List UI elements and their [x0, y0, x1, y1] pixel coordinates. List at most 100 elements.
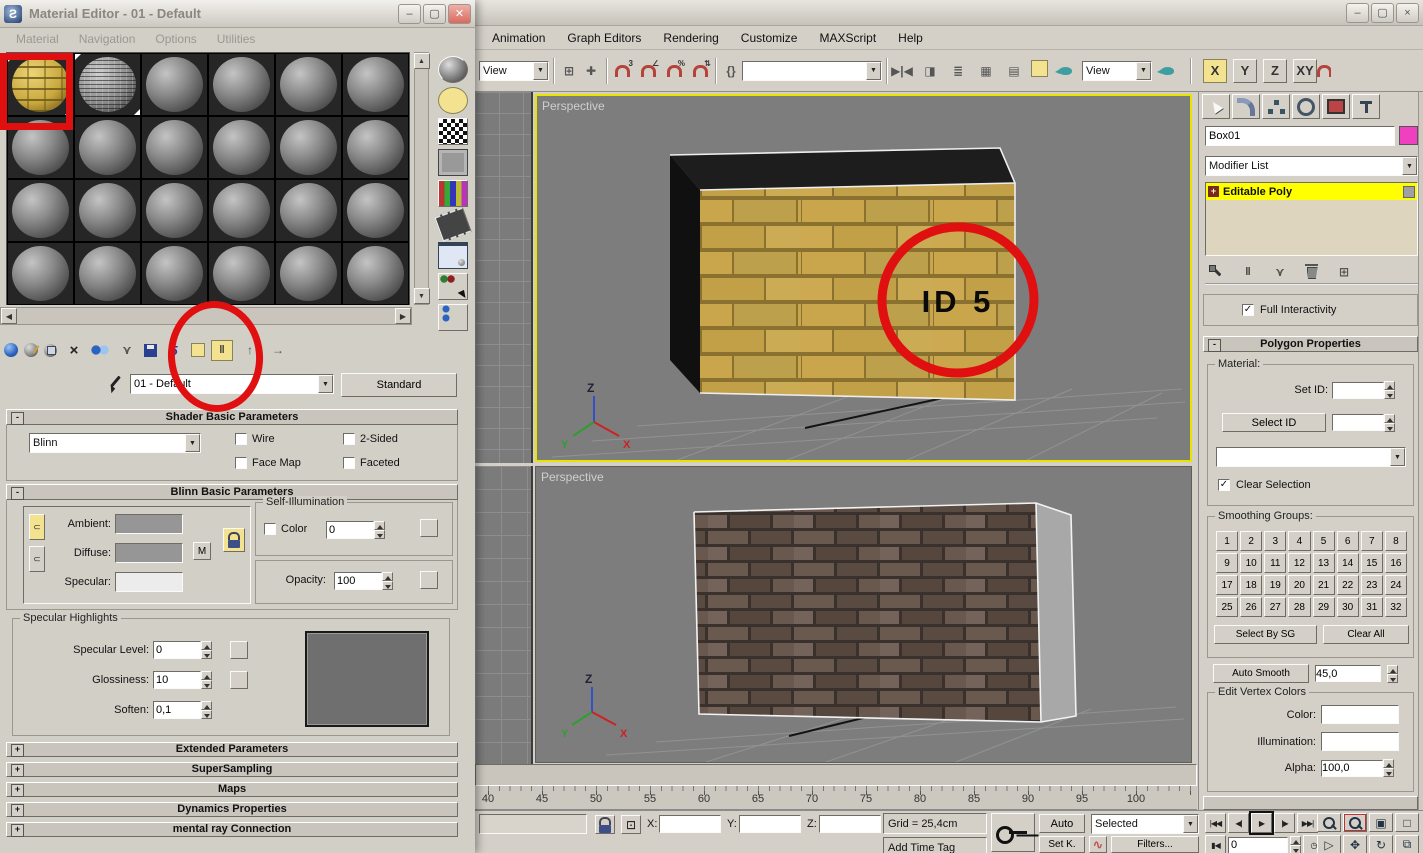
schematic-view-icon[interactable]: ▤ [1003, 60, 1025, 81]
glossiness-spinner[interactable] [201, 671, 212, 689]
time-slider[interactable] [475, 764, 1197, 786]
full-interactivity-checkbox[interactable] [1242, 304, 1254, 316]
smoothing-group-button[interactable]: 6 [1336, 531, 1359, 551]
zoom-icon[interactable] [1317, 813, 1341, 832]
reference-coordinate-dropdown[interactable]: View [479, 60, 549, 81]
menu-item[interactable]: Utilities [207, 32, 266, 46]
put-to-library-icon[interactable] [144, 343, 157, 357]
smoothing-group-button[interactable]: 22 [1336, 575, 1359, 595]
viewport-label[interactable]: Perspective [542, 99, 605, 113]
soften-field[interactable] [153, 701, 201, 719]
minimize-button[interactable]: – [398, 3, 421, 24]
frame-spinner[interactable] [1290, 836, 1301, 853]
smoothing-group-button[interactable]: 32 [1384, 597, 1407, 617]
field-of-view-icon[interactable]: ▷ [1317, 835, 1341, 853]
material-slot[interactable] [275, 116, 342, 179]
tab-hierarchy-icon[interactable] [1262, 94, 1290, 119]
rollout-header[interactable]: SuperSampling [6, 762, 458, 777]
material-slot[interactable] [208, 116, 275, 179]
configure-modifier-sets-icon[interactable]: ⊞ [1333, 261, 1355, 282]
material-slot[interactable] [7, 179, 74, 242]
pin-stack-icon[interactable] [1205, 261, 1227, 282]
ambient-diffuse-lock-icon[interactable]: ⊂ [29, 514, 45, 540]
make-unique-icon[interactable]: ⋎ [116, 340, 138, 361]
close-button[interactable]: ✕ [448, 3, 471, 24]
scroll-left-icon[interactable]: ◀ [1, 308, 17, 324]
menu-item[interactable]: Options [145, 32, 206, 46]
polygon-properties-rollout[interactable]: Polygon Properties [1203, 336, 1418, 352]
next-rollout-partial[interactable] [1203, 796, 1418, 810]
min-max-toggle-icon[interactable]: ⧉ [1395, 835, 1419, 853]
smoothing-group-button[interactable]: 20 [1288, 575, 1311, 595]
material-editor-icon[interactable] [1031, 60, 1048, 77]
material-slot[interactable] [342, 179, 409, 242]
material-slot[interactable] [7, 242, 74, 305]
alpha-spinner[interactable] [1383, 759, 1394, 777]
edit-named-selections-icon[interactable]: {} [720, 60, 742, 81]
render-setup-icon[interactable] [1054, 60, 1076, 81]
auto-smooth-field[interactable] [1315, 665, 1381, 682]
layers-icon[interactable]: ≣ [947, 60, 969, 81]
diffuse-map-button[interactable]: M [193, 542, 211, 560]
select-by-material-icon[interactable] [438, 273, 468, 300]
stack-visibility-icon[interactable] [1403, 185, 1415, 198]
get-material-icon[interactable] [4, 343, 18, 357]
material-slot-brick-gray[interactable] [74, 53, 141, 116]
opacity-map-button[interactable] [420, 571, 438, 589]
smoothing-group-button[interactable]: 25 [1216, 597, 1239, 617]
material-slot[interactable] [141, 179, 208, 242]
menu-item[interactable]: Rendering [652, 31, 729, 45]
smoothing-group-button[interactable]: 18 [1240, 575, 1263, 595]
maximize-button[interactable]: ▢ [423, 3, 446, 24]
axis-xy-button[interactable]: XY [1293, 58, 1317, 83]
tab-motion-icon[interactable] [1292, 94, 1320, 119]
self-illum-map-button[interactable] [420, 519, 438, 537]
chevron-down-icon[interactable] [185, 434, 200, 452]
main-titlebar[interactable]: – ▢ × [475, 0, 1423, 26]
smoothing-group-button[interactable]: 17 [1216, 575, 1239, 595]
set-keys-button[interactable] [991, 813, 1035, 852]
chevron-down-icon[interactable] [1390, 448, 1405, 466]
percent-snap-icon[interactable] [663, 59, 685, 81]
object-color-swatch[interactable] [1399, 126, 1418, 145]
material-slot[interactable] [74, 116, 141, 179]
arc-rotate-icon[interactable]: ↻ [1369, 835, 1393, 853]
vertex-color-swatch[interactable] [1321, 705, 1399, 724]
axis-z-button[interactable]: Z [1263, 58, 1287, 83]
make-material-copy-icon[interactable] [91, 342, 110, 358]
material-slot[interactable] [141, 116, 208, 179]
make-preview-icon[interactable] [434, 206, 472, 243]
x-coordinate-field[interactable] [659, 815, 721, 833]
auto-key-button[interactable]: Auto [1039, 814, 1085, 833]
specular-color-swatch[interactable] [115, 572, 183, 592]
scroll-down-icon[interactable]: ▼ [413, 288, 430, 304]
go-forward-sibling-icon[interactable]: → [267, 340, 289, 361]
smoothing-group-button[interactable]: 4 [1288, 531, 1311, 551]
background-viewport-partial[interactable] [475, 466, 533, 764]
chevron-down-icon[interactable] [1136, 61, 1151, 80]
add-time-tag[interactable]: Add Time Tag [883, 837, 987, 853]
axis-x-button[interactable]: X [1203, 58, 1227, 83]
smoothing-group-button[interactable]: 16 [1384, 553, 1407, 573]
background-viewport-partial[interactable] [475, 92, 533, 463]
material-slot[interactable] [275, 179, 342, 242]
tab-utilities-icon[interactable] [1352, 94, 1380, 119]
previous-frame-icon[interactable]: ◀| [1228, 813, 1249, 833]
absolute-offset-toggle-icon[interactable]: ⊡ [621, 815, 641, 834]
smoothing-group-button[interactable]: 23 [1360, 575, 1383, 595]
pick-material-eyedropper-icon[interactable] [106, 375, 124, 393]
smoothing-group-button[interactable]: 21 [1312, 575, 1335, 595]
smoothing-group-button[interactable]: 27 [1264, 597, 1287, 617]
smoothing-group-button[interactable]: 11 [1264, 553, 1287, 573]
menu-item[interactable]: Graph Editors [556, 31, 652, 45]
material-slot[interactable] [141, 242, 208, 305]
clear-all-button[interactable]: Clear All [1322, 625, 1409, 644]
smoothing-group-button[interactable]: 3 [1264, 531, 1287, 551]
smoothing-group-button[interactable]: 30 [1336, 597, 1359, 617]
menu-item[interactable]: Customize [730, 31, 809, 45]
zoom-extents-icon[interactable]: ▣ [1369, 813, 1393, 832]
snaps-toolbar-partial-icon[interactable] [1317, 60, 1331, 81]
align-icon[interactable]: ◨ [919, 60, 941, 81]
y-coordinate-field[interactable] [739, 815, 801, 833]
two-sided-checkbox[interactable] [343, 433, 355, 445]
